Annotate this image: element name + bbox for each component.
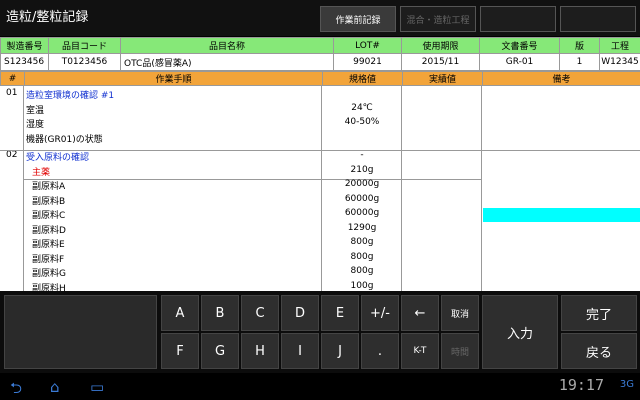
- header-cell: 文書番号: [479, 37, 560, 54]
- step-text: 湿度: [26, 120, 45, 130]
- step-text: 副原料F: [32, 254, 65, 265]
- steps-header-table: # 作業手順 規格値 実績値 備考: [0, 71, 640, 86]
- key-dot[interactable]: .: [361, 333, 399, 369]
- key-backspace[interactable]: ←: [401, 295, 439, 331]
- input-display: [4, 295, 157, 369]
- column-divider: [321, 86, 322, 291]
- step-text: 副原料C: [32, 211, 66, 221]
- spec-value: 800g: [350, 237, 374, 247]
- step-text: 副原料H: [32, 283, 66, 292]
- spec-value: 210g: [350, 164, 374, 175]
- tab-empty-1: [480, 6, 556, 32]
- record-header-row: 製造番号 品目コード 品目名称 LOT# 使用期限 文書番号 版 工程: [0, 37, 640, 54]
- spec-value: 800g: [350, 266, 374, 276]
- spec-value: 800g: [350, 251, 374, 262]
- header-cell: 使用期限: [401, 37, 480, 54]
- header-cell: 品目名称: [120, 37, 334, 54]
- done-button[interactable]: 完了: [561, 295, 637, 331]
- column-divider: [23, 86, 24, 291]
- spec-value: 24℃: [351, 102, 373, 113]
- step-text: 副原料D: [32, 225, 66, 236]
- input-keypad: A F B G C H D I E J +/-. ← K-T 取消 時間 入力 完了 戻る: [0, 291, 640, 373]
- home-nav-icon[interactable]: ⌂: [50, 378, 60, 396]
- remarks-highlight[interactable]: [483, 208, 640, 222]
- step-text: 副原料A: [32, 182, 66, 192]
- key-plus-minus[interactable]: +/-: [361, 295, 399, 331]
- step-text: 副原料E: [32, 240, 65, 250]
- header-cell: 実績値: [402, 71, 483, 86]
- step-number: 01: [6, 88, 18, 98]
- steps-body[interactable]: 01 造粒室環境の確認 #1 室温 24℃ 湿度 40-50% 機器(GR01)の状態 02 受…: [0, 86, 640, 291]
- value-cell: OTC品(感冒薬A): [120, 53, 334, 71]
- page-title: 造粒/整粒記録: [6, 10, 89, 25]
- header-cell: 品目コード: [48, 37, 121, 54]
- header-cell: 備考: [482, 71, 640, 86]
- value-cell: S123456: [0, 53, 49, 71]
- header-cell: 製造番号: [0, 37, 49, 54]
- step-text: 主薬: [32, 167, 51, 178]
- clock: 19:17: [558, 376, 604, 394]
- step-text: 機器(GR01)の状態: [26, 134, 103, 145]
- key-j[interactable]: J: [321, 333, 359, 369]
- step-text: 造粒室環境の確認 #1: [26, 91, 115, 101]
- step-text: 受入原料の確認: [26, 153, 90, 163]
- spec-value: 100g: [350, 280, 374, 291]
- value-cell: 2015/11: [401, 53, 480, 71]
- header-cell: LOT#: [333, 37, 402, 54]
- enter-button[interactable]: 入力: [482, 295, 558, 369]
- step-text: 副原料B: [32, 196, 66, 207]
- tab-pre-work-record[interactable]: 作業前記録: [320, 6, 396, 32]
- key-i[interactable]: I: [281, 333, 319, 369]
- back-nav-icon[interactable]: ⮌: [10, 378, 22, 400]
- header-cell: 規格値: [322, 71, 403, 86]
- key-c[interactable]: C: [241, 295, 279, 331]
- tab-empty-2: [560, 6, 636, 32]
- key-f[interactable]: F: [161, 333, 199, 369]
- signal-status: 3G: [619, 379, 634, 390]
- spec-value: 60000g: [344, 208, 380, 218]
- value-cell: GR-01: [479, 53, 560, 71]
- steps-header-row: # 作業手順 規格値 実績値 備考: [0, 71, 640, 86]
- step-number: 02: [6, 150, 18, 160]
- value-cell: W12345: [599, 53, 640, 71]
- key-cancel[interactable]: 取消: [441, 295, 479, 331]
- step-text: 室温: [26, 105, 45, 116]
- spec-value: 60000g: [344, 193, 380, 204]
- record-header-table: 製造番号 品目コード 品目名称 LOT# 使用期限 文書番号 版 工程 S123…: [0, 37, 640, 71]
- key-e[interactable]: E: [321, 295, 359, 331]
- header-cell: 作業手順: [24, 71, 323, 86]
- row-divider: [0, 150, 640, 151]
- tab-mixing-granulation[interactable]: 混合・造粒工程: [400, 6, 476, 32]
- spec-value: -: [360, 150, 364, 160]
- header-cell: 工程: [599, 37, 640, 54]
- back-button[interactable]: 戻る: [561, 333, 637, 369]
- title-bar: 造粒/整粒記録 作業前記録 混合・造粒工程: [0, 0, 640, 36]
- column-divider: [481, 86, 482, 291]
- key-a[interactable]: A: [161, 295, 199, 331]
- spec-value: 20000g: [344, 179, 380, 189]
- key-b[interactable]: B: [201, 295, 239, 331]
- system-bar: ⮌ ⌂ ▭ 19:17 3G: [0, 373, 640, 400]
- header-cell: #: [0, 71, 25, 86]
- key-time[interactable]: 時間: [441, 333, 479, 369]
- work-steps-panel[interactable]: # 作業手順 規格値 実績値 備考 01 造粒室環境の確認 #1 室温 24℃ 湿度 40…: [0, 71, 640, 291]
- row-divider: [24, 179, 482, 180]
- key-h[interactable]: H: [241, 333, 279, 369]
- value-cell: 1: [559, 53, 600, 71]
- recent-apps-icon[interactable]: ▭: [90, 378, 104, 396]
- key-g[interactable]: G: [201, 333, 239, 369]
- step-text: 副原料G: [32, 269, 66, 279]
- key-kt[interactable]: K-T: [401, 333, 439, 369]
- spec-value: 1290g: [347, 222, 377, 233]
- value-cell: 99021: [333, 53, 402, 71]
- column-divider: [401, 86, 402, 291]
- header-cell: 版: [559, 37, 600, 54]
- key-d[interactable]: D: [281, 295, 319, 331]
- record-value-row: S123456 T0123456 OTC品(感冒薬A) 99021 2015/1…: [0, 53, 640, 71]
- spec-value: 40-50%: [344, 117, 380, 127]
- value-cell: T0123456: [48, 53, 121, 71]
